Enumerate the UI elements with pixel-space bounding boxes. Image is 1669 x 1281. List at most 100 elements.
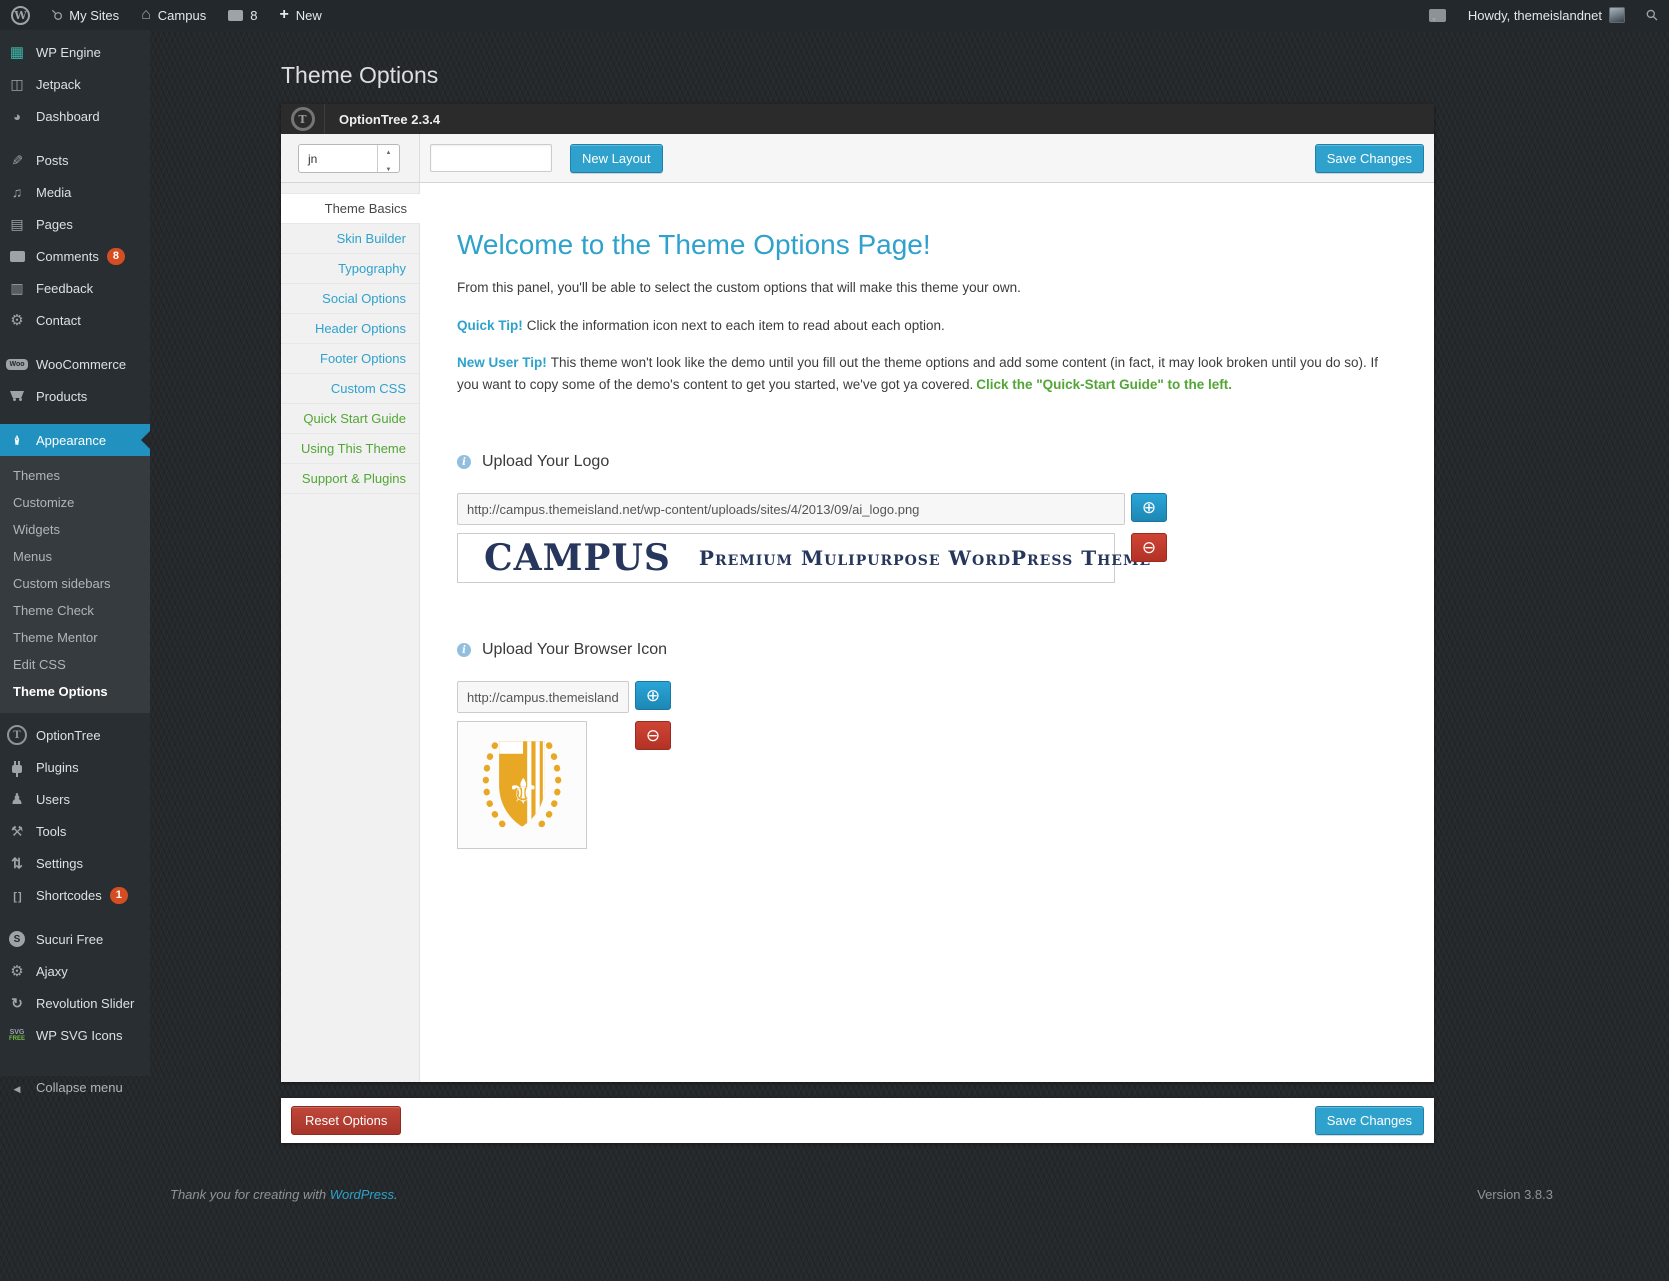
search-icon: [1647, 8, 1658, 23]
remove-browser-icon-button[interactable]: [635, 721, 671, 751]
add-browser-icon-button[interactable]: [635, 681, 671, 711]
sidebar-item-contact[interactable]: Contact: [0, 304, 150, 336]
new-content-menu[interactable]: New: [268, 0, 332, 30]
tab-support-plugins[interactable]: Support & Plugins: [281, 464, 419, 494]
layout-select[interactable]: jn: [298, 143, 400, 175]
tab-header-options[interactable]: Header Options: [281, 314, 419, 344]
footer-thanks-text: Thank you for creating with: [170, 1187, 327, 1202]
save-changes-bottom-button[interactable]: Save Changes: [1314, 1106, 1424, 1135]
info-icon[interactable]: [457, 455, 471, 470]
tab-typography[interactable]: Typography: [281, 254, 419, 284]
sidebar-item-shortcodes[interactable]: Shortcodes 1: [0, 879, 150, 911]
key-icon: [52, 8, 62, 22]
upload-logo-section: Upload Your Logo: [457, 453, 1394, 584]
notifications-shortcut[interactable]: [1418, 0, 1457, 30]
plus-circle-icon: [646, 687, 660, 704]
add-logo-button[interactable]: [1131, 493, 1167, 523]
sidebar-item-tools[interactable]: Tools: [0, 815, 150, 847]
browser-icon-url-input[interactable]: [457, 681, 629, 714]
new-layout-name-input[interactable]: [430, 144, 552, 172]
sidebar-item-feedback[interactable]: Feedback: [0, 272, 150, 304]
sidebar-item-revolution-slider[interactable]: Revolution Slider: [0, 987, 150, 1019]
sidebar-item-wp-engine[interactable]: WP Engine: [0, 36, 150, 68]
brackets-icon: [13, 888, 20, 903]
sidebar-item-custom-sidebars[interactable]: Custom sidebars: [0, 570, 150, 597]
plus-circle-icon: [1142, 499, 1156, 516]
sidebar-item-sucuri[interactable]: S Sucuri Free: [0, 923, 150, 955]
sidebar-item-settings[interactable]: Settings: [0, 847, 150, 879]
collapse-arrow-icon: [14, 1080, 21, 1094]
tab-skin-builder[interactable]: Skin Builder: [281, 224, 419, 254]
layout-select-value: jn: [308, 151, 318, 166]
optiontree-header: T OptionTree 2.3.4: [281, 104, 1434, 134]
sidebar-item-menus[interactable]: Menus: [0, 543, 150, 570]
sidebar-item-users[interactable]: Users: [0, 783, 150, 815]
sidebar-item-products[interactable]: Products: [0, 380, 150, 412]
quick-start-guide-link[interactable]: Click the "Quick-Start Guide" to the lef…: [976, 377, 1232, 392]
sidebar-item-theme-options[interactable]: Theme Options: [0, 678, 150, 705]
sidebar-item-posts[interactable]: Posts: [0, 144, 150, 176]
sidebar-item-label: Users: [36, 791, 70, 807]
appearance-submenu: Themes Customize Widgets Menus Custom si…: [0, 456, 150, 713]
admin-search[interactable]: [1636, 0, 1669, 30]
sidebar-item-widgets[interactable]: Widgets: [0, 516, 150, 543]
sidebar-item-comments[interactable]: Comments 8: [0, 240, 150, 272]
plus-icon: [279, 7, 288, 23]
sidebar-item-label: Jetpack: [36, 76, 81, 92]
upload-logo-label: Upload Your Logo: [482, 453, 610, 471]
stepper-down-icon: [386, 159, 392, 175]
sidebar-item-label: Revolution Slider: [36, 995, 135, 1011]
sidebar-item-woocommerce[interactable]: Woo WooCommerce: [0, 348, 150, 380]
sidebar-item-dashboard[interactable]: Dashboard: [0, 100, 150, 132]
site-menu[interactable]: Campus: [130, 0, 217, 30]
pages-icon: [10, 217, 23, 231]
layout-select-cell: jn: [281, 134, 420, 182]
sidebar-item-ajaxy[interactable]: Ajaxy: [0, 955, 150, 987]
reset-options-button[interactable]: Reset Options: [291, 1106, 402, 1135]
sidebar-item-wp-svg-icons[interactable]: SVG FREE WP SVG Icons: [0, 1019, 150, 1051]
tab-using-this-theme[interactable]: Using This Theme: [281, 434, 419, 464]
save-changes-top-button[interactable]: Save Changes: [1314, 143, 1424, 173]
info-icon[interactable]: [457, 643, 471, 658]
sidebar-item-label: Appearance: [36, 432, 107, 448]
wp-logo-menu[interactable]: W: [0, 0, 41, 30]
pushpin-icon: [11, 153, 23, 167]
tab-quick-start-guide[interactable]: Quick Start Guide: [281, 404, 419, 434]
tab-theme-basics[interactable]: Theme Basics: [281, 193, 420, 224]
sidebar-item-media[interactable]: Media: [0, 176, 150, 208]
cart-icon: [10, 391, 24, 401]
tab-custom-css[interactable]: Custom CSS: [281, 374, 419, 404]
sidebar-item-edit-css[interactable]: Edit CSS: [0, 651, 150, 678]
sidebar-item-label: Ajaxy: [36, 963, 68, 979]
logo-url-input[interactable]: [457, 493, 1125, 526]
my-sites-menu[interactable]: My Sites: [41, 0, 130, 30]
select-stepper[interactable]: [377, 144, 399, 175]
jetpack-icon: [10, 77, 23, 91]
wordpress-link[interactable]: WordPress: [330, 1187, 394, 1202]
shortcodes-count-badge: 1: [109, 886, 128, 904]
new-layout-button[interactable]: New Layout: [570, 143, 663, 173]
sidebar-item-customize[interactable]: Customize: [0, 489, 150, 516]
wordpress-logo-icon: W: [11, 5, 30, 25]
sidebar-item-pages[interactable]: Pages: [0, 208, 150, 240]
sidebar-item-themes[interactable]: Themes: [0, 462, 150, 489]
sidebar-item-label: Posts: [36, 152, 69, 168]
upload-browser-icon-label: Upload Your Browser Icon: [482, 641, 667, 659]
tab-footer-options[interactable]: Footer Options: [281, 344, 419, 374]
collapse-menu-button[interactable]: Collapse menu: [0, 1071, 150, 1103]
sidebar-item-jetpack[interactable]: Jetpack: [0, 68, 150, 100]
sidebar-item-theme-check[interactable]: Theme Check: [0, 597, 150, 624]
sidebar-item-theme-mentor[interactable]: Theme Mentor: [0, 624, 150, 651]
remove-logo-button[interactable]: [1131, 533, 1167, 563]
comments-shortcut[interactable]: 8: [217, 0, 268, 30]
sidebar-item-appearance[interactable]: Appearance: [0, 424, 150, 456]
sidebar-item-label: WP SVG Icons: [36, 1027, 123, 1043]
sidebar-item-label: Comments: [36, 248, 99, 264]
sidebar-item-optiontree[interactable]: T OptionTree: [0, 719, 150, 751]
quick-tip-label: Quick Tip!: [457, 317, 523, 333]
main-content: Theme Options T OptionTree 2.3.4 jn ▲ ▼ …: [150, 30, 1669, 1281]
sidebar-item-plugins[interactable]: Plugins: [0, 751, 150, 783]
tab-social-options[interactable]: Social Options: [281, 284, 419, 314]
howdy-label: Howdy, themeislandnet: [1467, 7, 1602, 23]
account-menu[interactable]: Howdy, themeislandnet: [1457, 0, 1636, 30]
